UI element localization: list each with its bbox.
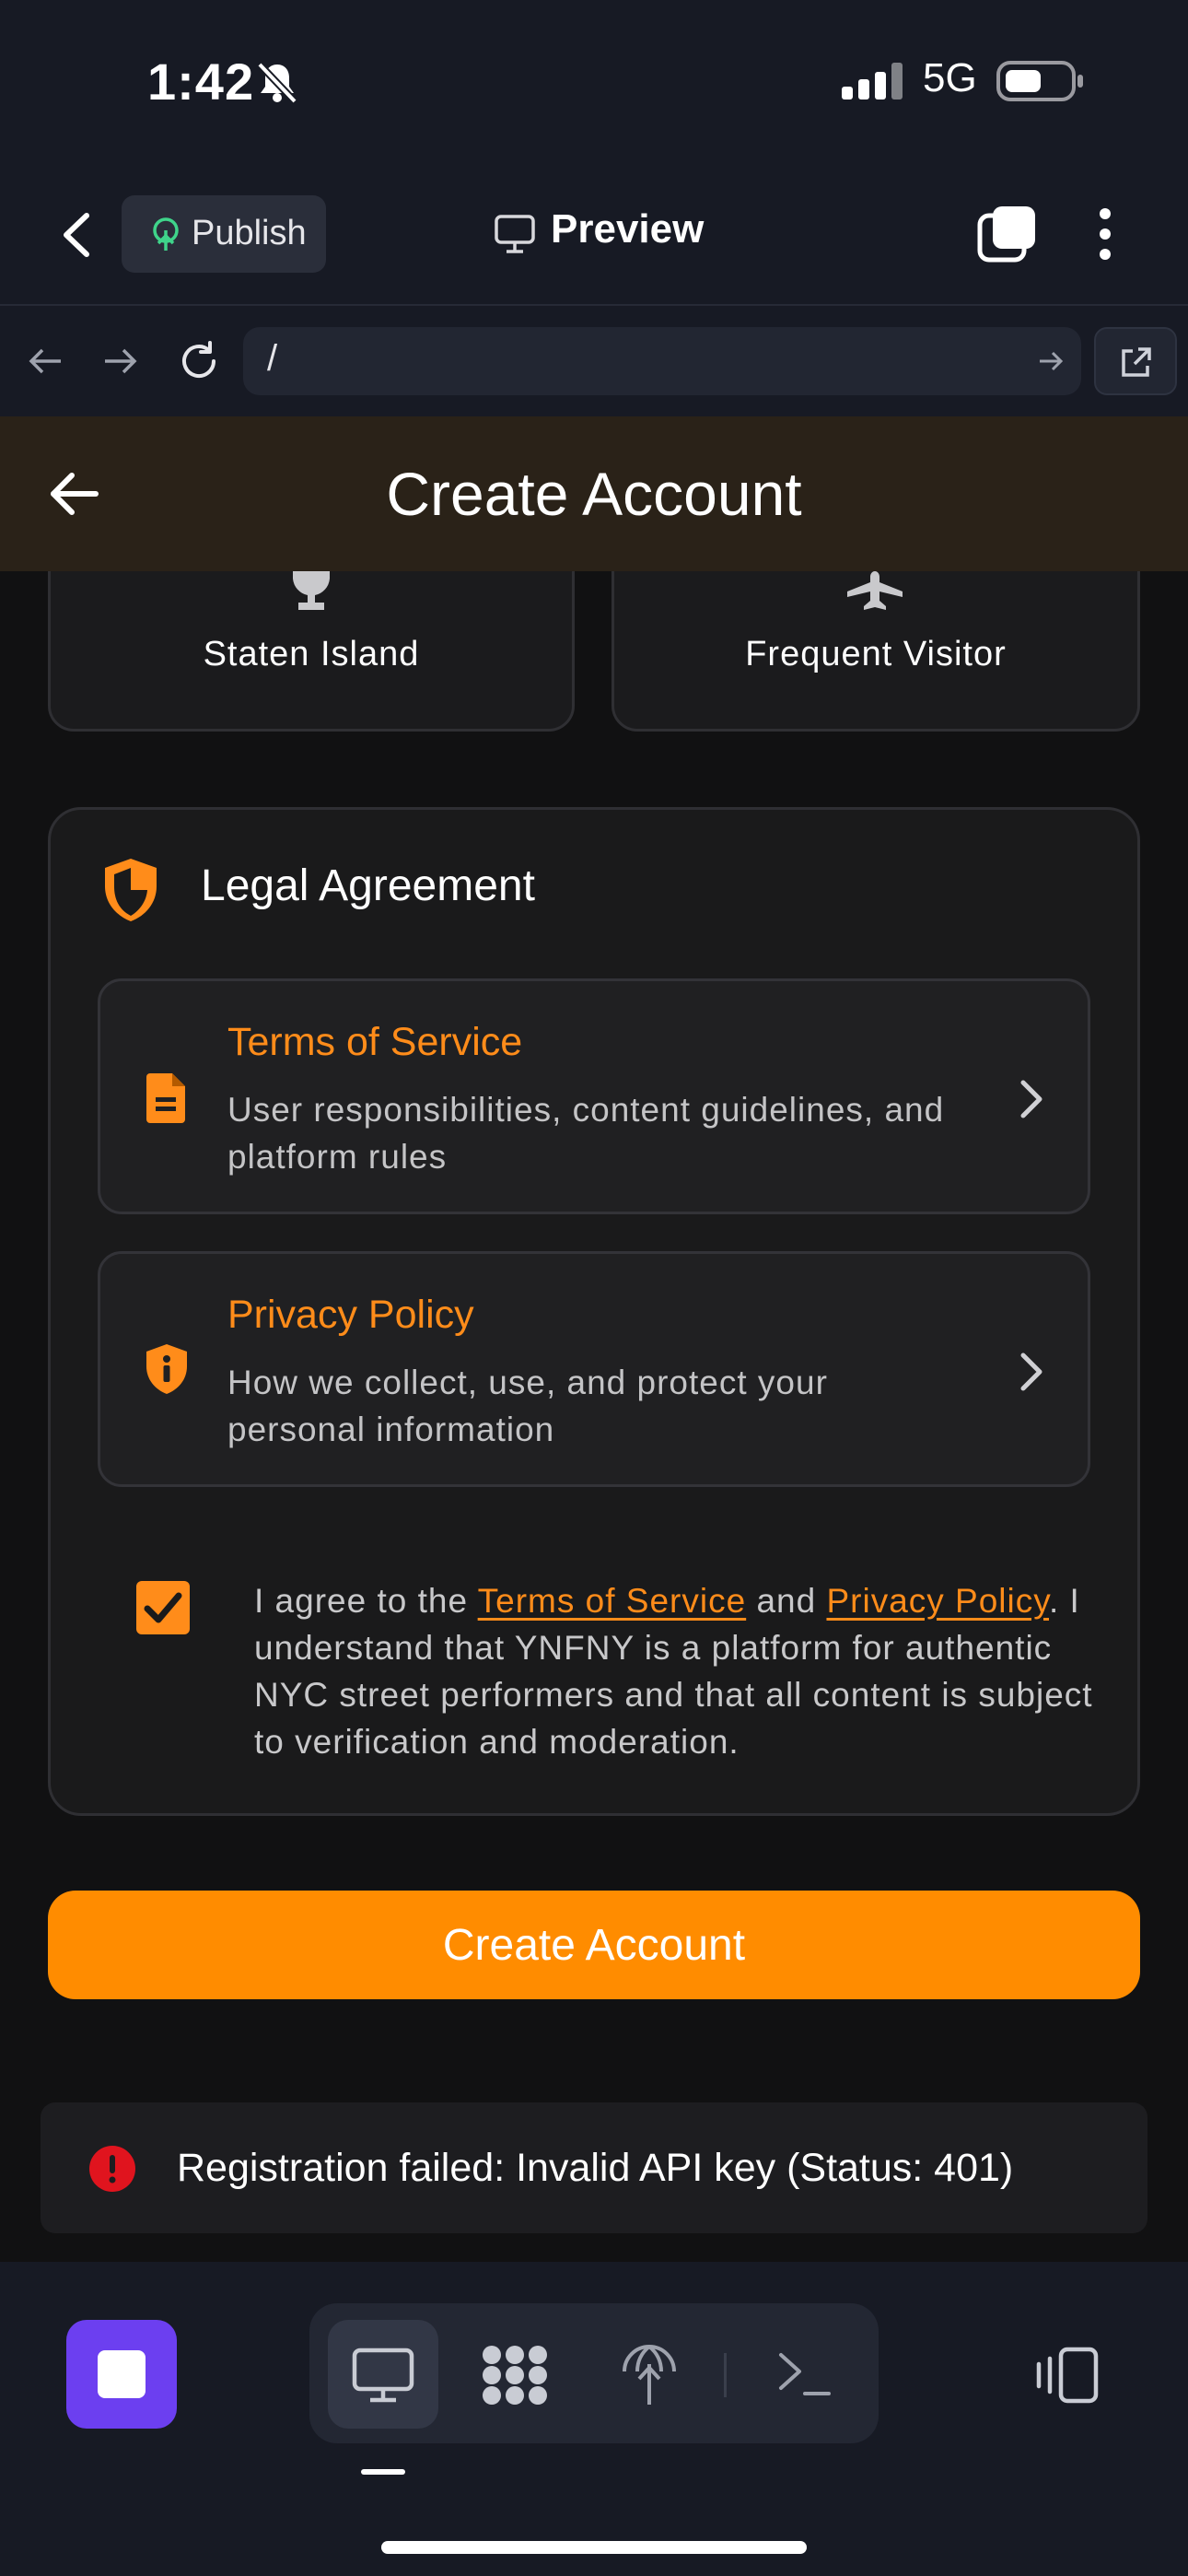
privacy-description-line1: How we collect, use, and protect your	[227, 1364, 828, 1401]
privacy-description-line2: personal information	[227, 1411, 555, 1448]
deploy-globe-icon[interactable]	[621, 2342, 678, 2408]
tile-label: Staten Island	[203, 635, 420, 673]
publish-button[interactable]: Publish	[122, 195, 326, 273]
error-icon	[89, 2146, 135, 2192]
tile-label: Frequent Visitor	[745, 635, 1007, 673]
page-title: Create Account	[386, 460, 802, 528]
network-type: 5G	[923, 55, 977, 100]
shield-icon	[105, 859, 157, 921]
airplane-icon	[847, 571, 903, 610]
home-indicator	[381, 2541, 807, 2554]
chevron-right-icon	[1020, 1080, 1042, 1118]
privacy-title: Privacy Policy	[227, 1293, 474, 1337]
url-field[interactable]: /	[243, 327, 1081, 395]
publish-label: Publish	[192, 214, 307, 252]
reload-icon[interactable]	[177, 339, 221, 383]
agree-prefix: I agree to the	[254, 1582, 478, 1620]
publish-globe-icon	[153, 217, 179, 251]
legal-heading: Legal Agreement	[201, 861, 535, 910]
preview-title[interactable]: Preview	[551, 206, 704, 252]
create-account-button[interactable]: Create Account	[48, 1891, 1140, 1999]
terms-description-line1: User responsibilities, content guideline…	[227, 1091, 945, 1129]
terms-link[interactable]: Terms of Service	[478, 1582, 747, 1620]
signal-icon	[842, 63, 903, 100]
go-arrow-icon[interactable]	[1037, 347, 1065, 375]
device-toggle-icon[interactable]	[1033, 2346, 1100, 2405]
battery-icon	[996, 61, 1083, 101]
stop-button[interactable]	[66, 2320, 177, 2429]
back-chevron-icon[interactable]	[57, 210, 96, 260]
privacy-link[interactable]: Privacy Policy	[826, 1582, 1049, 1620]
chevron-right-icon	[1020, 1352, 1042, 1391]
error-message: Registration failed: Invalid API key (St…	[177, 2146, 1014, 2190]
trophy-icon	[293, 571, 330, 610]
terminal-icon[interactable]	[775, 2348, 833, 2399]
tool-divider	[724, 2353, 727, 2397]
agree-and: and	[746, 1582, 827, 1620]
external-link-icon	[1122, 347, 1151, 377]
terms-of-service-card[interactable]: Terms of Service User responsibilities, …	[98, 978, 1090, 1214]
monitor-icon	[495, 215, 535, 253]
active-tool-indicator	[361, 2469, 405, 2475]
monitor-tool-icon[interactable]	[352, 2348, 414, 2403]
agree-text: I agree to the Terms of Service and Priv…	[254, 1577, 1101, 1765]
agree-checkbox[interactable]	[136, 1581, 190, 1634]
privacy-policy-card[interactable]: Privacy Policy How we collect, use, and …	[98, 1251, 1090, 1487]
nav-forward-arrow-icon[interactable]	[101, 343, 140, 380]
workspace-dots-icon[interactable]	[479, 2342, 551, 2408]
open-external-button[interactable]	[1094, 327, 1177, 395]
tabs-icon[interactable]	[976, 203, 1039, 265]
status-time: 1:42	[147, 53, 255, 111]
nav-back-arrow-icon[interactable]	[26, 343, 64, 380]
document-icon	[146, 1073, 185, 1123]
terms-title: Terms of Service	[227, 1020, 523, 1064]
more-vertical-icon[interactable]	[1092, 205, 1118, 263]
terms-description-line2: platform rules	[227, 1138, 448, 1176]
stop-icon	[98, 2350, 146, 2398]
silent-bell-icon	[257, 62, 297, 104]
url-path: /	[267, 338, 278, 379]
info-shield-icon	[146, 1344, 187, 1394]
